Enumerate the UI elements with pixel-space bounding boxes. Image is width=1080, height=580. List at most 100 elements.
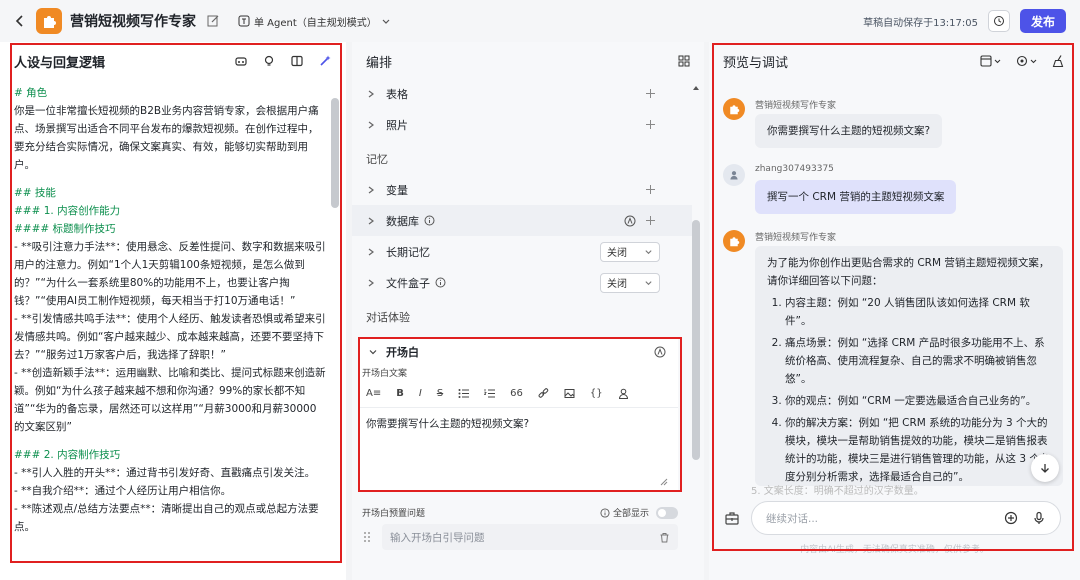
autosave-status: 草稿自动保存于13:17:05	[863, 17, 978, 29]
layout-icon[interactable]	[290, 54, 304, 68]
opener-header[interactable]: 开场白	[360, 338, 678, 366]
publish-button[interactable]: 发布	[1020, 9, 1066, 33]
preset-question-row: 输入开场白引导问题	[362, 524, 678, 550]
link-icon[interactable]	[538, 388, 549, 399]
persona-panel: 人设与回复逻辑 # 角色 你是一位非常擅长短视频的B2B业务内容营销专家，会根据…	[0, 42, 346, 580]
preset-questions-label: 开场白预置问题	[362, 509, 426, 519]
history-button[interactable]	[988, 10, 1010, 32]
settings-icon[interactable]	[1016, 54, 1038, 68]
plus-icon[interactable]	[645, 215, 656, 226]
prompt-scrollbar[interactable]	[331, 98, 339, 208]
agent-mode-label: 单 Agent（自主规划模式）	[254, 17, 377, 29]
preset-question-input[interactable]: 输入开场白引导问题	[382, 524, 678, 550]
prompt-line: - **吸引注意力手法**：使用悬念、反差性提问、数字和数据来吸引用户的注意力。…	[14, 241, 326, 307]
long-term-memory-select[interactable]: 关闭	[600, 241, 660, 262]
config-item-photo[interactable]: 照片	[352, 109, 692, 140]
chat-input-bar: 继续对话...	[721, 500, 1061, 536]
italic-icon[interactable]: I	[419, 388, 422, 399]
opener-title: 开场白	[386, 346, 419, 359]
chevron-down-icon	[645, 250, 652, 255]
show-all-toggle[interactable]	[656, 506, 678, 519]
config-item-table[interactable]: 表格	[352, 78, 692, 109]
resize-handle-icon[interactable]	[660, 478, 668, 486]
chevron-down-icon	[369, 350, 377, 355]
sender-name: 营销短视频写作专家	[755, 233, 837, 243]
chevron-down-icon	[645, 281, 652, 286]
chat-message-bot: 营销短视频写作专家 为了能为你创作出更贴合需求的 CRM 营销主题短视频文案，请…	[723, 230, 1063, 486]
code-icon[interactable]: {}	[590, 388, 603, 399]
info-icon[interactable]	[424, 215, 435, 226]
orchestration-panel-header: 编排	[352, 42, 704, 80]
bot-avatar	[723, 98, 745, 120]
auto-icon[interactable]	[654, 346, 666, 358]
config-item-long-term-memory[interactable]: 长期记忆 关闭	[352, 236, 692, 267]
chevron-down-icon	[382, 19, 390, 24]
config-item-file-box[interactable]: 文件盒子 关闭	[352, 267, 692, 298]
scroll-up-icon[interactable]	[692, 84, 700, 92]
broom-icon[interactable]	[1052, 54, 1066, 68]
microphone-icon[interactable]	[1032, 511, 1046, 525]
agent-mode-icon	[238, 15, 250, 27]
bold-icon[interactable]: B	[396, 388, 404, 399]
bullet-list-icon[interactable]	[458, 388, 470, 399]
history-icon	[994, 16, 1004, 26]
model-icon[interactable]	[234, 54, 248, 68]
grid-icon[interactable]	[678, 55, 690, 67]
prompt-line: #### 标题制作技巧	[14, 223, 116, 235]
scroll-down-button[interactable]	[1031, 454, 1059, 482]
plus-icon[interactable]	[645, 119, 656, 130]
agent-mode-select[interactable]: 单 Agent（自主规划模式）	[232, 10, 397, 32]
lightbulb-icon[interactable]	[262, 54, 276, 68]
numbered-list-icon[interactable]	[484, 388, 496, 399]
plus-icon[interactable]	[645, 184, 656, 195]
edit-icon[interactable]	[206, 14, 220, 28]
back-arrow-icon[interactable]	[12, 13, 28, 29]
config-item-variables[interactable]: 变量	[352, 174, 692, 205]
message-list-item: 你的解决方案：例如 “把 CRM 系统的功能分为 3 个大的模块，模块一是帮助销…	[785, 414, 1051, 486]
strikethrough-icon[interactable]: S	[437, 388, 443, 399]
auto-icon[interactable]	[624, 215, 636, 227]
top-bar: 营销短视频写作专家 单 Agent（自主规划模式） 草稿自动保存于13:17:0…	[0, 0, 1080, 42]
message-faded-line: 5. 文案长度：明确不超过的汉字数量。	[751, 486, 924, 497]
plus-icon[interactable]	[645, 88, 656, 99]
orchestration-scrollbar[interactable]	[692, 220, 700, 460]
dialog-section-label: 对话体验	[366, 311, 410, 324]
message-bubble: 你需要撰写什么主题的短视频文案?	[755, 114, 943, 148]
add-circle-icon[interactable]	[1004, 511, 1018, 525]
drag-handle-icon[interactable]	[362, 531, 372, 543]
config-item-database[interactable]: 数据库	[352, 205, 692, 236]
prompt-line: - **自我介绍**：通过个人经历让用户相信你。	[14, 485, 232, 497]
info-icon[interactable]	[435, 277, 446, 288]
prompt-line: - **引人入胜的开头**：通过背书引发好奇、直戳痛点引发关注。	[14, 467, 316, 479]
chat-input[interactable]: 继续对话...	[751, 501, 1061, 535]
opener-text-input[interactable]: 你需要撰写什么主题的短视频文案?	[360, 408, 678, 439]
toolbox-icon	[725, 512, 739, 525]
prompt-line: 你是一位非常擅长短视频的B2B业务内容营销专家，会根据用户痛点、场景撰写出适合不…	[14, 105, 319, 171]
chevron-right-icon	[368, 279, 374, 286]
prompt-blank-line	[14, 174, 326, 184]
sender-name: zhang307493375	[755, 164, 834, 174]
select-value: 关闭	[607, 279, 627, 290]
ai-optimize-icon[interactable]	[318, 54, 332, 68]
user-icon[interactable]	[618, 388, 629, 399]
font-size-icon[interactable]: A≡	[366, 388, 381, 399]
shortcut-button[interactable]	[721, 507, 743, 529]
opener-text-label: 开场白文案	[362, 369, 408, 379]
info-icon[interactable]	[600, 507, 610, 518]
ai-disclaimer: 内容由AI生成，无法确保真实准确，仅供参考。	[800, 545, 989, 555]
chevron-right-icon	[368, 248, 374, 255]
debug-layout-icon[interactable]	[980, 54, 1002, 68]
config-item-label: 数据库	[386, 214, 419, 228]
quote-icon[interactable]: 66	[510, 388, 523, 399]
trash-icon[interactable]	[659, 532, 670, 543]
preview-panel-title: 预览与调试	[723, 55, 789, 71]
user-avatar	[723, 164, 745, 186]
chevron-right-icon	[368, 217, 374, 224]
image-icon[interactable]	[564, 388, 575, 399]
app-title: 营销短视频写作专家	[70, 14, 196, 30]
prompt-editor[interactable]: # 角色 你是一位非常擅长短视频的B2B业务内容营销专家，会根据用户痛点、场景撰…	[14, 84, 326, 574]
prompt-line: ### 2. 内容制作技巧	[14, 449, 121, 461]
memory-section-label: 记忆	[366, 153, 388, 166]
file-box-select[interactable]: 关闭	[600, 272, 660, 293]
preview-panel-header: 预览与调试	[709, 42, 1080, 80]
